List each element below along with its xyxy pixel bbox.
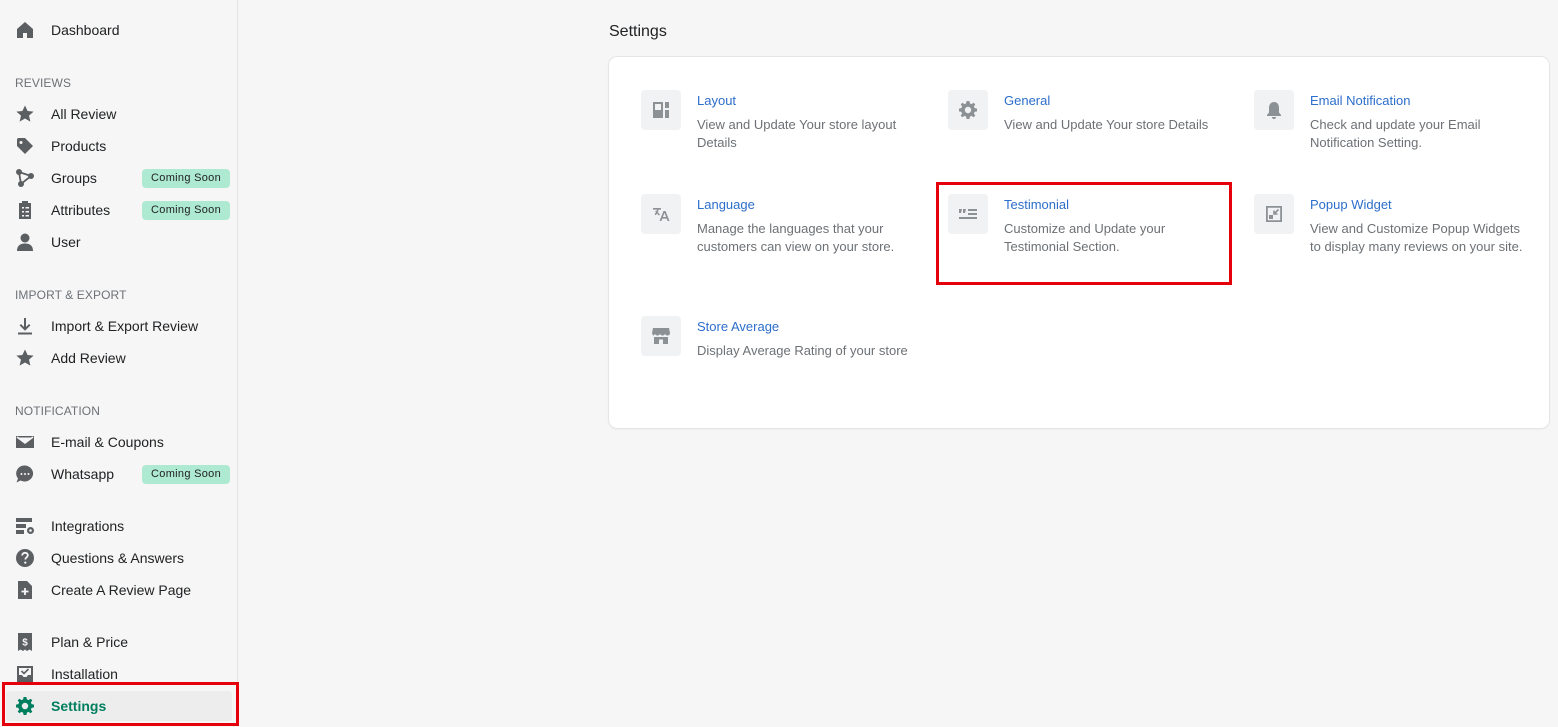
popup-icon — [1254, 194, 1294, 234]
layout-icon — [641, 90, 681, 130]
integrations-icon — [14, 515, 36, 537]
user-icon — [14, 231, 36, 253]
section-title-notification: NOTIFICATION — [15, 404, 100, 418]
sidebar-item-label: All Review — [51, 106, 117, 122]
svg-text:$: $ — [22, 638, 28, 649]
download-icon — [14, 315, 36, 337]
sidebar: Dashboard REVIEWS All Review Products Gr… — [0, 0, 238, 727]
sidebar-item-label: Create A Review Page — [51, 582, 192, 598]
setting-title[interactable]: Testimonial — [1004, 197, 1069, 212]
setting-description: View and Customize Popup Widgets to disp… — [1310, 221, 1523, 254]
sidebar-item-label: Questions & Answers — [51, 550, 185, 566]
section-title-import-export: IMPORT & EXPORT — [15, 288, 127, 302]
tag-icon — [14, 135, 36, 157]
sidebar-item-label: Integrations — [51, 518, 125, 534]
sidebar-item-groups[interactable]: Groups Coming Soon — [6, 163, 232, 193]
sidebar-item-plan-price[interactable]: $ Plan & Price — [6, 627, 232, 657]
sidebar-item-import-export-review[interactable]: Import & Export Review — [6, 311, 232, 341]
coming-soon-badge: Coming Soon — [142, 169, 230, 188]
home-icon — [14, 19, 36, 41]
setting-description: Customize and Update your Testimonial Se… — [1004, 221, 1166, 254]
question-icon — [14, 547, 36, 569]
sidebar-item-attributes[interactable]: Attributes Coming Soon — [6, 195, 232, 225]
gear-icon — [948, 90, 988, 130]
sidebar-item-label: Add Review — [51, 350, 126, 366]
settings-card: Layout View and Update Your store layout… — [609, 57, 1549, 428]
setting-title[interactable]: Language — [697, 197, 755, 212]
setting-description: View and Update Your store Details — [1004, 117, 1209, 132]
inbox-icon — [14, 663, 36, 685]
sidebar-item-questions-answers[interactable]: Questions & Answers — [6, 543, 232, 573]
sidebar-item-label: Dashboard — [51, 22, 120, 38]
quote-list-icon — [948, 194, 988, 234]
sidebar-item-label: Settings — [51, 698, 107, 714]
sidebar-item-whatsapp[interactable]: Whatsapp Coming Soon — [6, 459, 232, 489]
coming-soon-badge: Coming Soon — [142, 465, 230, 484]
groups-icon — [14, 167, 36, 189]
sidebar-item-create-review-page[interactable]: Create A Review Page — [6, 575, 232, 605]
sidebar-item-label: User — [51, 234, 81, 250]
setting-title[interactable]: Popup Widget — [1310, 197, 1392, 212]
clipboard-icon — [14, 199, 36, 221]
sidebar-item-label: Groups — [51, 170, 97, 186]
sidebar-item-all-review[interactable]: All Review — [6, 99, 232, 129]
setting-description: View and Update Your store layout Detail… — [697, 117, 897, 150]
setting-title[interactable]: Store Average — [697, 319, 779, 334]
bell-icon — [1254, 90, 1294, 130]
add-page-icon — [14, 579, 36, 601]
star-icon — [14, 347, 36, 369]
sidebar-item-dashboard[interactable]: Dashboard — [6, 15, 232, 45]
gear-icon — [14, 695, 36, 717]
sidebar-item-user[interactable]: User — [6, 227, 232, 257]
sidebar-item-label: Installation — [51, 666, 118, 682]
sidebar-item-label: Plan & Price — [51, 634, 129, 650]
sidebar-item-email-coupons[interactable]: E-mail & Coupons — [6, 427, 232, 457]
receipt-icon: $ — [14, 631, 36, 653]
sidebar-item-label: Attributes — [51, 202, 111, 218]
section-title-reviews: REVIEWS — [15, 76, 72, 90]
setting-title[interactable]: Layout — [697, 93, 736, 108]
star-icon — [14, 103, 36, 125]
page-title: Settings — [609, 23, 667, 40]
sidebar-item-label: Import & Export Review — [51, 318, 199, 334]
store-icon — [641, 316, 681, 356]
coming-soon-badge: Coming Soon — [142, 201, 230, 220]
sidebar-item-products[interactable]: Products — [6, 131, 232, 161]
sidebar-item-integrations[interactable]: Integrations — [6, 511, 232, 541]
sidebar-item-add-review[interactable]: Add Review — [6, 343, 232, 373]
envelope-icon — [14, 431, 36, 453]
setting-description: Manage the languages that your customers… — [697, 221, 895, 254]
setting-description: Check and update your Email Notification… — [1310, 117, 1481, 150]
sidebar-item-label: Whatsapp — [51, 466, 115, 482]
sidebar-item-installation[interactable]: Installation — [6, 659, 232, 689]
sidebar-item-label: Products — [51, 138, 107, 154]
setting-title[interactable]: General — [1004, 93, 1050, 108]
sidebar-item-settings[interactable]: Settings — [6, 691, 232, 721]
sidebar-item-label: E-mail & Coupons — [51, 434, 164, 450]
setting-description: Display Average Rating of your store — [697, 343, 908, 358]
chat-icon — [14, 463, 36, 485]
setting-title[interactable]: Email Notification — [1310, 93, 1410, 108]
translate-icon — [641, 194, 681, 234]
